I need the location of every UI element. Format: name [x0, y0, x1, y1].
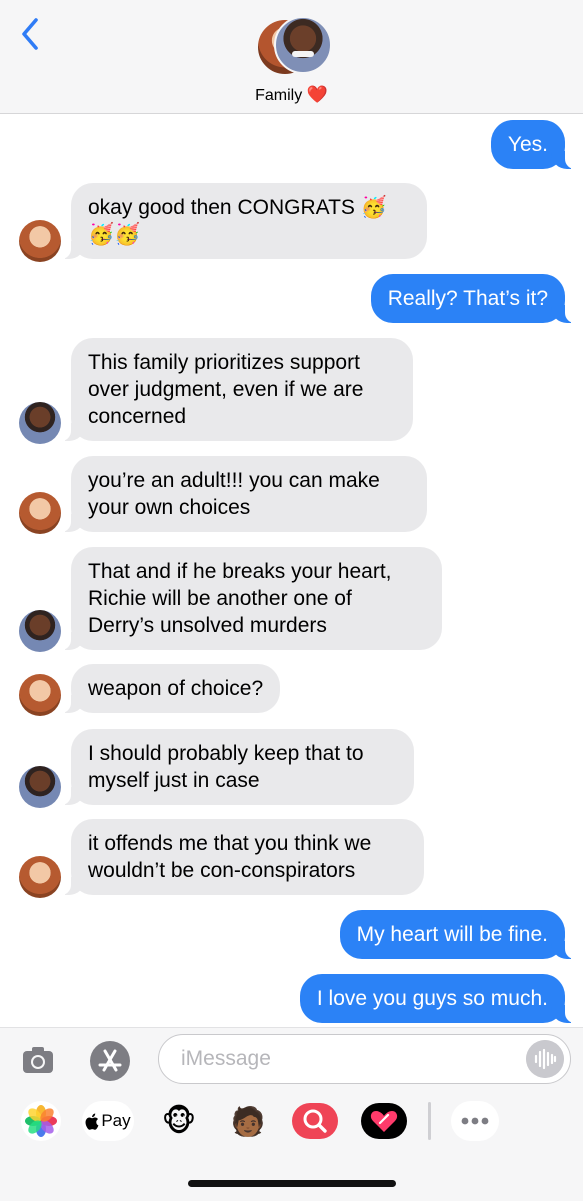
group-name: Family	[255, 87, 303, 104]
back-chevron-icon[interactable]	[14, 14, 46, 54]
message-bubble-incoming[interactable]: okay good then CONGRATS 🥳 🥳🥳	[61, 183, 427, 259]
sender-avatar-woman[interactable]	[19, 220, 61, 262]
audio-message-icon[interactable]	[526, 1040, 564, 1078]
message-text: Yes.	[507, 133, 548, 156]
message-text: My heart will be fine.	[356, 923, 548, 946]
camera-icon[interactable]	[20, 1042, 56, 1078]
apple-pay-button[interactable]: Pay	[82, 1101, 134, 1141]
home-indicator[interactable]	[188, 1180, 396, 1187]
message-input-placeholder: iMessage	[181, 1047, 271, 1070]
animoji-app-icon[interactable]: 🐵	[156, 1101, 202, 1141]
sender-avatar-woman[interactable]	[19, 492, 61, 534]
message-bubble-incoming[interactable]: This family prioritizes support over jud…	[61, 338, 413, 441]
sender-avatar-woman[interactable]	[19, 856, 61, 898]
message-bubble-outgoing[interactable]: My heart will be fine.	[339, 910, 576, 959]
images-app-icon[interactable]	[292, 1101, 338, 1141]
message-text: I should probably keep that to myself ju…	[88, 742, 364, 792]
sender-avatar-man[interactable]	[19, 766, 61, 808]
message-text: That and if he breaks your heart, Richie…	[88, 560, 392, 637]
app-store-icon[interactable]	[89, 1040, 131, 1082]
more-icon	[461, 1117, 489, 1125]
message-bubble-incoming[interactable]: I should probably keep that to myself ju…	[61, 729, 414, 805]
message-text: I love you guys so much.	[316, 987, 548, 1010]
message-text: This family prioritizes support over jud…	[88, 351, 364, 428]
apple-logo-icon	[85, 1113, 99, 1130]
message-text: it offends me that you think we wouldn’t…	[88, 832, 372, 882]
photos-app-icon[interactable]	[18, 1101, 64, 1141]
heart-emoji: ❤️	[306, 85, 328, 104]
memoji-stickers-app-icon[interactable]: 🧑🏾	[225, 1101, 271, 1141]
monkey-icon: 🐵	[161, 1104, 197, 1138]
sender-avatar-man[interactable]	[19, 610, 61, 652]
drawer-divider	[428, 1102, 431, 1140]
conversation-header: Family ❤️	[0, 0, 583, 114]
group-name-title[interactable]: Family ❤️	[0, 85, 583, 105]
message-input[interactable]: iMessage	[158, 1034, 571, 1084]
digital-touch-app-icon[interactable]	[361, 1101, 407, 1141]
photos-icon	[21, 1101, 61, 1141]
apple-pay-label: Pay	[101, 1111, 131, 1130]
message-bubble-incoming[interactable]: you’re an adult!!! you can make your own…	[61, 456, 427, 532]
sender-avatar-man[interactable]	[19, 402, 61, 444]
message-text: you’re an adult!!! you can make your own…	[88, 469, 380, 519]
member-avatar-man	[274, 16, 332, 74]
sender-avatar-woman[interactable]	[19, 674, 61, 716]
message-bubble-outgoing[interactable]: Yes.	[490, 120, 576, 169]
message-text: weapon of choice?	[88, 677, 264, 700]
message-bubble-outgoing[interactable]: Really? That’s it?	[370, 274, 576, 323]
memoji-icon: 🧑🏾	[230, 1105, 266, 1137]
message-bubble-outgoing[interactable]: I love you guys so much.	[299, 974, 576, 1023]
message-text: okay good then CONGRATS 🥳 🥳🥳	[88, 196, 387, 246]
image-search-icon	[292, 1103, 338, 1139]
message-bubble-incoming[interactable]: it offends me that you think we wouldn’t…	[61, 819, 424, 895]
digital-touch-icon	[361, 1103, 407, 1139]
message-bubble-incoming[interactable]: weapon of choice?	[60, 664, 281, 713]
message-text: Really? That’s it?	[387, 287, 548, 310]
group-avatar[interactable]	[256, 16, 332, 76]
more-apps-button[interactable]	[451, 1101, 499, 1141]
message-bubble-incoming[interactable]: That and if he breaks your heart, Richie…	[61, 547, 442, 650]
